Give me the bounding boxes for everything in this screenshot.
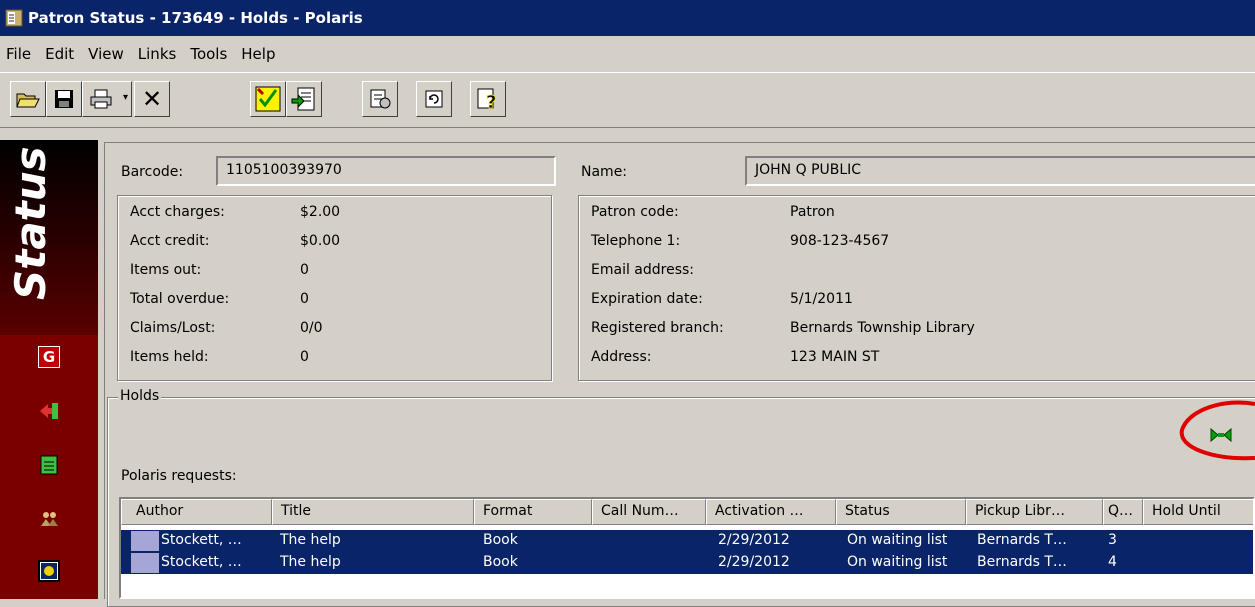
menu-edit[interactable]: Edit — [45, 45, 74, 63]
cell-queue: 3 — [1108, 532, 1117, 548]
polaris-requests-label: Polaris requests: — [121, 468, 237, 484]
holds-group-label: Holds — [118, 388, 162, 404]
refresh-icon — [425, 90, 443, 108]
claims-lost-label: Claims/Lost: — [130, 320, 216, 336]
patron-details-box — [578, 195, 1255, 381]
menu-tools[interactable]: Tools — [190, 45, 227, 63]
column-header-title[interactable]: Title — [272, 499, 474, 525]
telephone-value: 908-123-4567 — [790, 233, 890, 249]
cell-pickup-library: Bernards T… — [977, 532, 1067, 548]
grid-header: Author Title Format Call Num… Activation… — [121, 499, 1253, 525]
email-label: Email address: — [591, 262, 695, 278]
menu-links[interactable]: Links — [138, 45, 177, 63]
expiration-value: 5/1/2011 — [790, 291, 853, 307]
menu-view[interactable]: View — [88, 45, 124, 63]
save-button[interactable] — [46, 81, 82, 117]
items-out-value: 0 — [300, 262, 309, 278]
help-question-icon: ? — [477, 88, 497, 112]
checkout-list-icon — [291, 87, 315, 111]
cell-activation: 2/29/2012 — [718, 532, 790, 548]
column-header-call-number[interactable]: Call Num… — [592, 499, 706, 525]
general-view-icon[interactable]: G — [38, 346, 60, 368]
column-header-pickup-library[interactable]: Pickup Libr… — [966, 499, 1103, 525]
x-icon: ✕ — [141, 85, 163, 113]
cell-format: Book — [483, 554, 518, 570]
address-value: 123 MAIN ST — [790, 349, 880, 365]
cell-queue: 4 — [1108, 554, 1117, 570]
cell-title: The help — [280, 532, 341, 548]
delete-button[interactable]: ✕ — [134, 81, 170, 117]
total-overdue-value: 0 — [300, 291, 309, 307]
name-label: Name: — [581, 164, 628, 180]
polaris-app-icon[interactable] — [4, 8, 24, 28]
name-field[interactable]: JOHN Q PUBLIC — [745, 156, 1255, 186]
acct-credit-value: $0.00 — [300, 233, 341, 249]
column-header-status[interactable]: Status — [836, 499, 966, 525]
window-title: Patron Status - 173649 - Holds - Polaris — [28, 9, 363, 27]
items-out-label: Items out: — [130, 262, 202, 278]
registered-branch-value: Bernards Township Library — [790, 320, 975, 336]
cell-activation: 2/29/2012 — [718, 554, 790, 570]
items-out-view-icon[interactable] — [38, 400, 60, 422]
floppy-disk-icon — [55, 90, 73, 108]
open-folder-icon — [16, 93, 40, 108]
print-dropdown-arrow-icon[interactable]: ▾ — [123, 92, 128, 103]
address-label: Address: — [591, 349, 652, 365]
cell-pickup-library: Bernards T… — [977, 554, 1067, 570]
checkin-button[interactable] — [250, 81, 286, 117]
menu-file[interactable]: File — [6, 45, 31, 63]
holds-view-icon[interactable] — [38, 560, 60, 582]
cell-author: Stockett, … — [161, 532, 242, 548]
column-header-author[interactable]: Author — [121, 499, 272, 525]
column-header-format[interactable]: Format — [474, 499, 592, 525]
menu-bar: File Edit View Links Tools Help — [0, 36, 1255, 72]
acct-charges-label: Acct charges: — [130, 204, 225, 220]
refresh-button[interactable] — [416, 81, 452, 117]
row-marker — [131, 531, 159, 551]
cell-status: On waiting list — [847, 532, 948, 548]
status-label: Status — [6, 146, 55, 300]
cell-format: Book — [483, 532, 518, 548]
telephone-label: Telephone 1: — [591, 233, 681, 249]
highlight-circle-annotation — [1179, 400, 1255, 461]
column-header-queue[interactable]: Q… — [1103, 499, 1143, 525]
table-row[interactable]: Stockett, … The help Book 2/29/2012 On w… — [121, 530, 1253, 552]
holds-requests-grid[interactable]: Author Title Format Call Num… Activation… — [119, 497, 1255, 599]
print-button[interactable]: ▾ — [82, 81, 132, 117]
people-view-icon[interactable] — [38, 508, 60, 530]
view-sidebar: Status G — [0, 140, 98, 599]
cell-author: Stockett, … — [161, 554, 242, 570]
column-header-activation[interactable]: Activation … — [706, 499, 836, 525]
svg-text:?: ? — [486, 92, 496, 112]
printer-icon — [90, 89, 112, 109]
patron-code-label: Patron code: — [591, 204, 679, 220]
registered-branch-label: Registered branch: — [591, 320, 724, 336]
row-marker — [131, 553, 159, 573]
menu-help[interactable]: Help — [241, 45, 275, 63]
barcode-label: Barcode: — [121, 164, 184, 180]
title-bar: Patron Status - 173649 - Holds - Polaris — [0, 0, 1255, 36]
acct-credit-label: Acct credit: — [130, 233, 210, 249]
properties-icon — [370, 89, 391, 109]
acct-charges-value: $2.00 — [300, 204, 341, 220]
table-row[interactable]: Stockett, … The help Book 2/29/2012 On w… — [121, 552, 1253, 574]
help-button[interactable]: ? — [470, 81, 506, 117]
items-held-value: 0 — [300, 349, 309, 365]
properties-button[interactable] — [362, 81, 398, 117]
toolbar: ▾ ✕ ? — [0, 72, 1255, 128]
items-held-label: Items held: — [130, 349, 209, 365]
checkout-button[interactable] — [286, 81, 322, 117]
patron-code-value: Patron — [790, 204, 835, 220]
cell-status: On waiting list — [847, 554, 948, 570]
cell-title: The help — [280, 554, 341, 570]
account-view-icon[interactable] — [38, 454, 60, 476]
open-button[interactable] — [10, 81, 46, 117]
claims-lost-value: 0/0 — [300, 320, 323, 336]
checkmark-list-icon — [255, 86, 281, 112]
barcode-field[interactable]: 1105100393970 — [216, 156, 556, 186]
total-overdue-label: Total overdue: — [130, 291, 230, 307]
expiration-label: Expiration date: — [591, 291, 703, 307]
status-view-tab[interactable]: Status — [0, 140, 98, 335]
column-header-hold-until[interactable]: Hold Until — [1143, 499, 1253, 525]
